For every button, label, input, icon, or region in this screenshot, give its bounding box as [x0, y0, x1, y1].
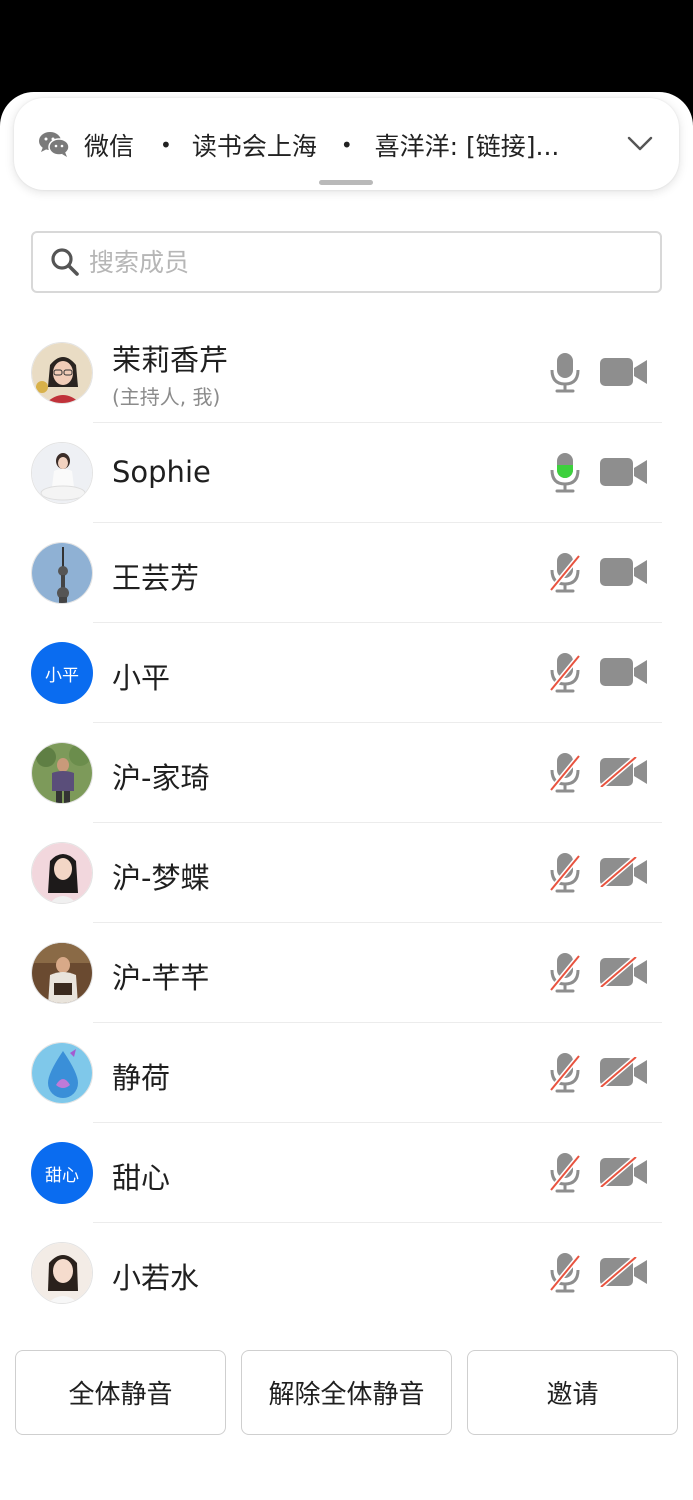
member-name: 王芸芳	[112, 561, 200, 595]
video-camera-off-icon[interactable]	[600, 1157, 648, 1187]
banner-group-name: 读书会上海	[191, 132, 317, 161]
search-input[interactable]	[89, 241, 649, 283]
microphone-speaking-icon[interactable]	[548, 451, 582, 493]
avatar	[31, 942, 93, 1004]
member-name: 沪-梦蝶	[112, 861, 210, 895]
microphone-muted-icon[interactable]	[548, 751, 582, 793]
microphone-muted-icon[interactable]	[548, 951, 582, 993]
member-row[interactable]: 茉莉香芹 (主持人, 我)	[0, 323, 693, 423]
notification-banner[interactable]: 微信 • 读书会上海 • 喜洋洋: [链接]...	[14, 98, 679, 190]
video-camera-icon[interactable]	[600, 357, 648, 387]
member-name: 静荷	[112, 1061, 171, 1095]
member-row[interactable]: 小若水	[0, 1223, 693, 1323]
member-name: 甜心	[112, 1161, 171, 1195]
video-camera-off-icon[interactable]	[600, 1057, 648, 1087]
separator-dot: •	[340, 133, 353, 157]
search-icon	[51, 248, 79, 276]
search-box[interactable]	[31, 231, 662, 293]
microphone-muted-icon[interactable]	[548, 651, 582, 693]
member-list: 茉莉香芹 (主持人, 我) Sophie 王芸芳 小平 小平 沪-家琦 沪-梦蝶…	[0, 323, 693, 1323]
member-row[interactable]: 王芸芳	[0, 523, 693, 623]
avatar	[31, 342, 93, 404]
avatar	[31, 542, 93, 604]
avatar	[31, 842, 93, 904]
separator-dot: •	[160, 133, 172, 157]
member-row[interactable]: 小平 小平	[0, 623, 693, 723]
microphone-icon[interactable]	[548, 351, 582, 393]
member-name: 小平	[112, 661, 171, 695]
member-name: Sophie	[112, 455, 211, 489]
microphone-muted-icon[interactable]	[548, 1151, 582, 1193]
member-name: 沪-芊芊	[112, 961, 210, 995]
video-camera-off-icon[interactable]	[600, 957, 648, 987]
member-name: 茉莉香芹	[112, 343, 229, 377]
avatar	[31, 742, 93, 804]
invite-button[interactable]: 邀请	[467, 1350, 678, 1435]
member-row[interactable]: 甜心 甜心	[0, 1123, 693, 1223]
chevron-down-icon[interactable]	[626, 132, 654, 156]
video-camera-icon[interactable]	[600, 557, 648, 587]
members-sheet: 微信 • 读书会上海 • 喜洋洋: [链接]... 茉莉香芹 (主持人, 我)	[0, 92, 693, 1500]
microphone-muted-icon[interactable]	[548, 1251, 582, 1293]
microphone-muted-icon[interactable]	[548, 851, 582, 893]
wechat-icon	[39, 132, 70, 157]
video-camera-off-icon[interactable]	[600, 757, 648, 787]
avatar: 小平	[31, 642, 93, 704]
member-row[interactable]: 静荷	[0, 1023, 693, 1123]
member-row[interactable]: 沪-芊芊	[0, 923, 693, 1023]
microphone-muted-icon[interactable]	[548, 551, 582, 593]
member-row[interactable]: 沪-梦蝶	[0, 823, 693, 923]
member-row[interactable]: Sophie	[0, 423, 693, 523]
mute-all-button[interactable]: 全体静音	[15, 1350, 226, 1435]
drag-handle[interactable]	[319, 180, 373, 185]
unmute-all-button[interactable]: 解除全体静音	[241, 1350, 452, 1435]
banner-message: 喜洋洋: [链接]...	[374, 132, 560, 161]
avatar	[31, 1042, 93, 1104]
member-row[interactable]: 沪-家琦	[0, 723, 693, 823]
microphone-muted-icon[interactable]	[548, 1051, 582, 1093]
avatar	[31, 442, 93, 504]
video-camera-icon[interactable]	[600, 657, 648, 687]
banner-text: 微信 • 读书会上海 • 喜洋洋: [链接]...	[84, 128, 604, 162]
video-camera-icon[interactable]	[600, 457, 648, 487]
video-camera-off-icon[interactable]	[600, 1257, 648, 1287]
video-camera-off-icon[interactable]	[600, 857, 648, 887]
member-name: 沪-家琦	[112, 761, 210, 795]
member-role: (主持人, 我)	[112, 385, 221, 409]
banner-app-name: 微信	[84, 132, 135, 161]
member-name: 小若水	[112, 1261, 200, 1295]
avatar: 甜心	[31, 1142, 93, 1204]
avatar	[31, 1242, 93, 1304]
